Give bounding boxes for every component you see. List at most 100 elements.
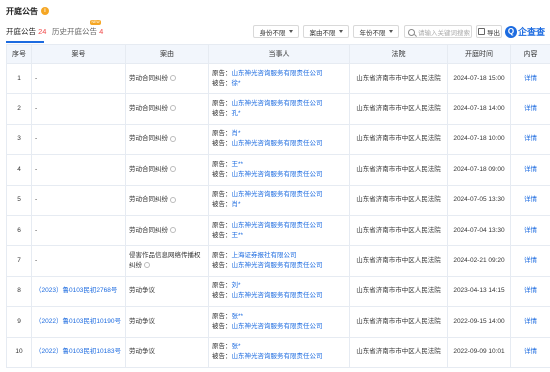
dropdown-label: 年份不限 [359, 29, 386, 37]
party-name-link[interactable]: 孔* [232, 110, 241, 117]
party-name-link[interactable]: 山东神光咨询服务有限责任公司 [232, 222, 323, 229]
table-row: 5- 劳动合同纠纷 原告：山东神光咨询服务有限责任公司 被告：肖* 山东省济南市市中区人… [6, 184, 550, 216]
party-name-link[interactable]: 山东神光咨询服务有限责任公司 [232, 323, 323, 330]
new-badge: NEW [90, 20, 102, 25]
party-role: 被告： [212, 170, 232, 178]
tab-label: 历史开庭公告 [52, 27, 97, 36]
party-name-link[interactable]: 上海证券报社有限公司 [232, 252, 297, 259]
party-name-link[interactable]: 山东神光咨询服务有限责任公司 [232, 100, 323, 107]
court-notice-table: 序号 案号 案由 当事人 法院 开庭时间 内容 1- 劳动合同纠纷 原告：山东神光咨… [6, 44, 550, 368]
case-cause: 劳动合同纠纷 [129, 196, 168, 204]
case-number: - [31, 93, 126, 125]
detail-link[interactable]: 详情 [510, 275, 550, 308]
party-name-link[interactable]: 刘* [232, 282, 241, 289]
logo-text: 企查查 [518, 27, 546, 37]
table-row: 8 （2023）鲁0103民初2768号 劳动争议 原告：刘* 被告：山东神光咨询服务有… [6, 275, 550, 308]
party-name-link[interactable]: 山东神光咨询服务有限责任公司 [232, 171, 323, 178]
identity-filter-dropdown[interactable]: 身份不限 [253, 25, 299, 38]
row-number: 4 [6, 154, 32, 186]
caret-down-icon [288, 30, 293, 33]
party-name-link[interactable]: 张** [232, 313, 244, 320]
court-name: 山东省济南市市中区人民法院 [349, 123, 448, 156]
table-row: 2- 劳动合同纠纷 原告：山东神光咨询服务有限责任公司 被告：孔* 山东省济南市市中区人… [6, 93, 550, 125]
search-placeholder: 请输入关键词搜索 [418, 29, 470, 37]
detail-link[interactable]: 详情 [510, 93, 550, 125]
case-cause-cell: 劳动合同纠纷 [125, 214, 209, 247]
party-name-link[interactable]: 山东神光咨询服务有限责任公司 [232, 191, 323, 198]
case-number: - [31, 214, 126, 247]
hearing-time: 2024-07-05 13:30 [447, 184, 511, 216]
case-number[interactable]: （2023）鲁0103民初2768号 [31, 275, 126, 308]
search-input[interactable]: 请输入关键词搜索 [404, 25, 472, 38]
detail-link[interactable]: 详情 [510, 336, 550, 368]
active-tab-indicator [6, 41, 44, 43]
help-icon[interactable] [170, 105, 176, 112]
hearing-time: 2024-02-21 09:20 [447, 245, 511, 277]
info-badge-icon[interactable]: i [41, 7, 49, 15]
party-name-link[interactable]: 山东神光咨询服务有限责任公司 [232, 70, 323, 77]
col-header-case-no: 案号 [31, 44, 126, 64]
party-name-link[interactable]: 王** [232, 161, 244, 168]
table-row: 4- 劳动合同纠纷 原告：王** 被告：山东神光咨询服务有限责任公司 山东省济南市市中区… [6, 154, 550, 186]
table-row: 7- 侵害作品信息网络传播权纠纷 原告：上海证券报社有限公司 被告：山东神光咨询服务有… [6, 245, 550, 277]
hearing-time: 2024-07-18 14:00 [447, 93, 511, 125]
party-name-link[interactable]: 山东神光咨询服务有限责任公司 [232, 262, 323, 269]
help-icon[interactable] [144, 262, 150, 269]
court-name: 山东省济南市市中区人民法院 [349, 214, 448, 247]
court-name: 山东省济南市市中区人民法院 [349, 336, 448, 368]
cause-filter-dropdown[interactable]: 案由不限 [303, 25, 349, 38]
col-header-court: 法院 [349, 44, 448, 64]
party-name-link[interactable]: 张* [232, 343, 241, 350]
tab-count: 24 [38, 27, 47, 36]
tab-history-notices[interactable]: 历史开庭公告 4 [52, 26, 103, 37]
party-name-link[interactable]: 山东神光咨询服务有限责任公司 [232, 140, 323, 147]
hearing-time: 2022-09-15 14:00 [447, 306, 511, 338]
case-number: - [31, 184, 126, 216]
detail-link[interactable]: 详情 [510, 245, 550, 277]
row-number: 3 [6, 123, 32, 156]
detail-link[interactable]: 详情 [510, 184, 550, 216]
row-number: 2 [6, 93, 32, 125]
party-role: 原告： [212, 221, 232, 229]
party-role: 被告： [212, 79, 232, 87]
case-number[interactable]: （2022）鲁0103民初10190号 [31, 306, 126, 338]
party-name-link[interactable]: 肖* [232, 201, 241, 208]
detail-link[interactable]: 详情 [510, 306, 550, 338]
detail-link[interactable]: 详情 [510, 123, 550, 156]
dropdown-label: 案由不限 [309, 29, 336, 37]
help-icon[interactable] [170, 135, 176, 142]
year-filter-dropdown[interactable]: 年份不限 [353, 25, 399, 38]
help-icon[interactable] [170, 196, 176, 203]
tab-court-notices[interactable]: 开庭公告 24 [6, 26, 46, 37]
case-number[interactable]: （2022）鲁0103民初10183号 [31, 336, 126, 368]
case-number: - [31, 62, 126, 95]
party-role: 被告： [212, 322, 232, 330]
court-name: 山东省济南市市中区人民法院 [349, 245, 448, 277]
table-header-row: 序号 案号 案由 当事人 法院 开庭时间 内容 [6, 44, 550, 64]
detail-link[interactable]: 详情 [510, 154, 550, 186]
help-icon[interactable] [170, 226, 176, 233]
table-row: 1- 劳动合同纠纷 原告：山东神光咨询服务有限责任公司 被告：徐* 山东省济南市市中区人… [6, 62, 550, 95]
export-button[interactable]: 导出 [476, 25, 502, 38]
help-icon[interactable] [170, 74, 176, 81]
table-row: 10 （2022）鲁0103民初10183号 劳动争议 原告：张* 被告：山东神光咨询服… [6, 336, 550, 368]
case-number: - [31, 245, 126, 277]
party-name-link[interactable]: 王** [232, 232, 244, 239]
court-name: 山东省济南市市中区人民法院 [349, 154, 448, 186]
case-cause: 劳动争议 [129, 317, 155, 325]
detail-link[interactable]: 详情 [510, 62, 550, 95]
hearing-time: 2024-07-18 15:00 [447, 62, 511, 95]
party-name-link[interactable]: 徐* [232, 80, 241, 87]
party-name-link[interactable]: 山东神光咨询服务有限责任公司 [232, 353, 323, 360]
party-name-link[interactable]: 山东神光咨询服务有限责任公司 [232, 292, 323, 299]
tab-label: 开庭公告 [6, 27, 36, 36]
export-label: 导出 [487, 29, 500, 37]
party-name-link[interactable]: 肖* [232, 130, 241, 137]
detail-link[interactable]: 详情 [510, 214, 550, 247]
help-icon[interactable] [170, 166, 176, 173]
case-cause-cell: 劳动合同纠纷 [125, 184, 209, 216]
court-name: 山东省济南市市中区人民法院 [349, 184, 448, 216]
parties-cell: 原告：王** 被告：山东神光咨询服务有限责任公司 [208, 154, 350, 186]
party-role: 被告： [212, 201, 232, 209]
case-cause: 劳动合同纠纷 [129, 135, 168, 143]
